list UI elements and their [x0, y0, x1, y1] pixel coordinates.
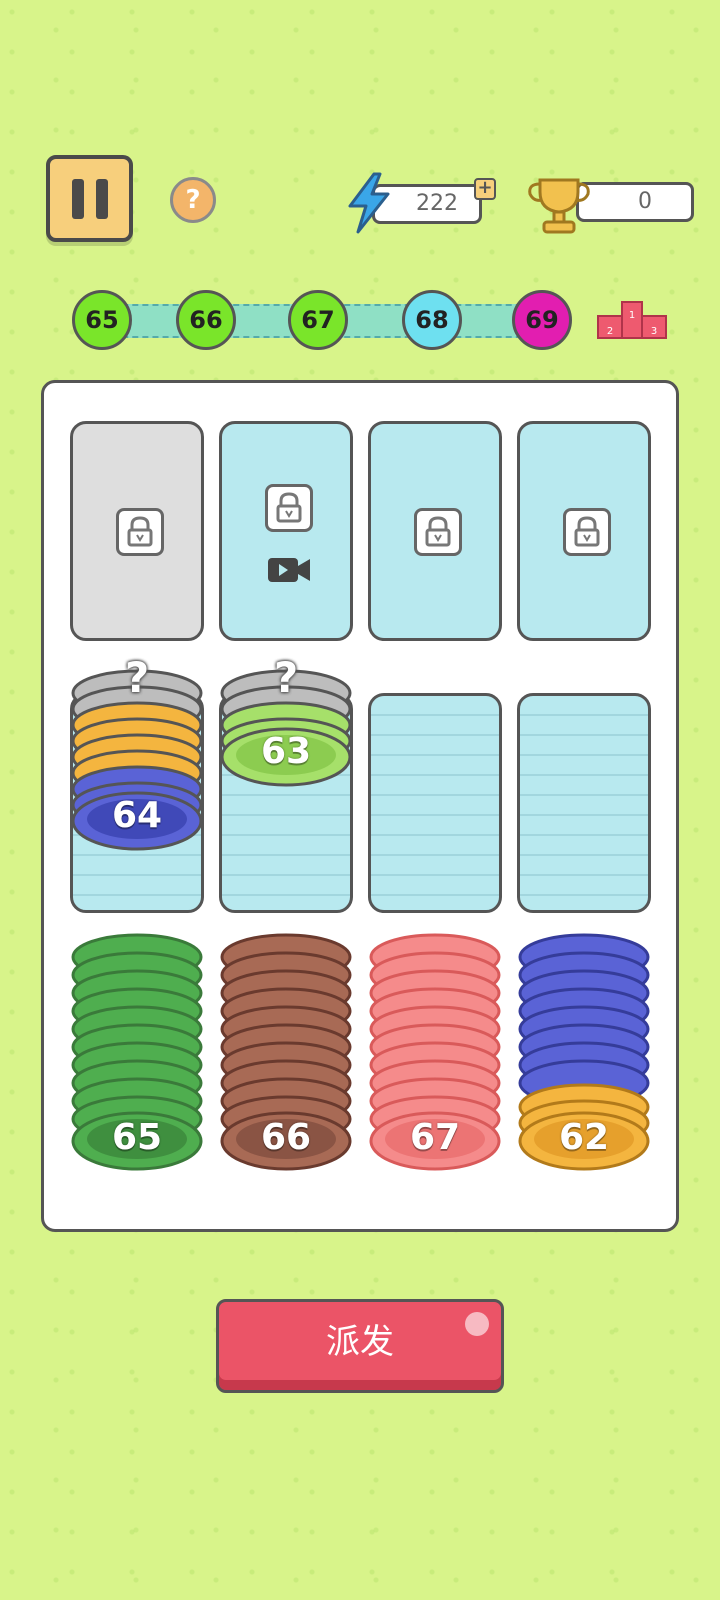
- chip-stack-11-graphic: [369, 933, 501, 1171]
- add-energy-button[interactable]: +: [474, 178, 496, 200]
- level-node-2: 66: [176, 290, 236, 350]
- lock-icon: [563, 508, 611, 556]
- chip-stack-10-label: 66: [260, 1117, 312, 1158]
- locked-slot-4[interactable]: [517, 421, 651, 641]
- chip-stack-11-label: 67: [409, 1117, 461, 1158]
- chip-stack-12-label: 62: [558, 1117, 610, 1158]
- help-button[interactable]: ?: [170, 177, 216, 223]
- level-node-4: 68: [402, 290, 462, 350]
- help-icon: ?: [185, 185, 201, 215]
- lock-icon: [414, 508, 462, 556]
- podium-rank-1: 1: [629, 310, 635, 321]
- pause-icon-bar: [95, 178, 108, 219]
- chip-stack-10-graphic: [220, 933, 352, 1171]
- chip-stack-5-label: 64: [111, 795, 163, 836]
- lock-icon: [265, 484, 313, 532]
- pause-button[interactable]: [46, 155, 133, 242]
- locked-slot-3[interactable]: [368, 421, 502, 641]
- locked-slot-1[interactable]: [70, 421, 204, 641]
- lightning-bolt-icon: [348, 172, 390, 234]
- podium-rank-2: 2: [607, 326, 613, 337]
- chip-stack-9-label: 65: [111, 1117, 163, 1158]
- locked-slot-2[interactable]: [219, 421, 353, 641]
- hidden-chip-marker: ?: [124, 653, 150, 702]
- trophy-icon: [528, 178, 590, 234]
- trophy-value: 0: [576, 182, 694, 222]
- chip-stack-9-graphic: [71, 933, 203, 1171]
- game-board: ? 64 ? 63 65 66 67 62: [41, 380, 679, 1232]
- level-node-5: 69: [512, 290, 572, 350]
- chip-stack-12-graphic: [518, 933, 650, 1171]
- dispatch-button[interactable]: 派发: [216, 1299, 504, 1393]
- stack-slot-8[interactable]: [517, 693, 651, 913]
- hidden-chip-marker: ?: [273, 653, 299, 702]
- lock-icon: [116, 508, 164, 556]
- pause-icon: [71, 178, 84, 219]
- energy-counter: 222 +: [344, 172, 496, 234]
- video-camera-icon: [268, 558, 310, 582]
- chip-stack-6-label: 63: [260, 731, 312, 772]
- dispatch-label: 派发: [326, 1322, 394, 1362]
- podium-rank-3: 3: [651, 326, 657, 337]
- level-node-1: 65: [72, 290, 132, 350]
- level-node-3: 67: [288, 290, 348, 350]
- trophy-counter: 0: [526, 170, 696, 236]
- stack-slot-7[interactable]: [368, 693, 502, 913]
- button-shine: [465, 1312, 489, 1336]
- podium-icon[interactable]: 1 2 3: [594, 298, 670, 342]
